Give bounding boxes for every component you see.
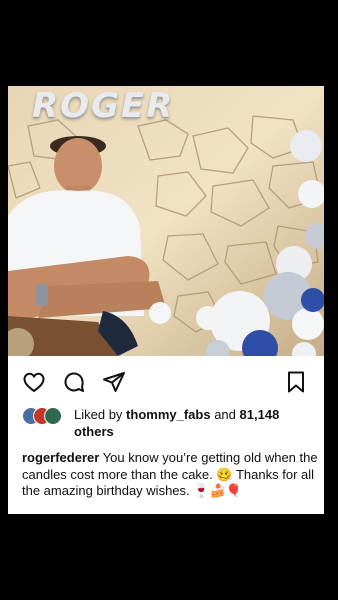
post-caption: rogerfederer You know you’re getting old… [22,450,318,500]
liker-username[interactable]: thommy_fabs [126,407,211,422]
caption-username[interactable]: rogerfederer [22,450,99,465]
paper-plane-icon[interactable] [102,370,126,394]
wine-cake-balloon-emoji: 🍷🍰🎈 [193,483,242,498]
liker-avatars[interactable] [22,407,72,425]
likes-prefix: Liked by [74,407,123,422]
likes-text[interactable]: Liked by thommy_fabs and 81,148 others [74,406,314,440]
post-action-bar [8,364,324,398]
post-photo[interactable]: ROGER [8,86,324,356]
instagram-post-card: ROGER Liked by thommy_fabs and 81,148 ot… [8,86,324,514]
comment-bubble-icon[interactable] [62,370,86,394]
likes-suffix[interactable]: others [74,424,114,439]
likes-count[interactable]: 81,148 [240,407,280,422]
balloon-letters-roger: ROGER [32,86,175,126]
stone-wall-background [8,86,324,356]
heart-outline-icon[interactable] [22,370,46,394]
bookmark-outline-icon[interactable] [284,370,308,394]
woozy-face-emoji: 🥴 [216,466,233,482]
likes-and: and [214,407,236,422]
avatar [44,407,62,425]
